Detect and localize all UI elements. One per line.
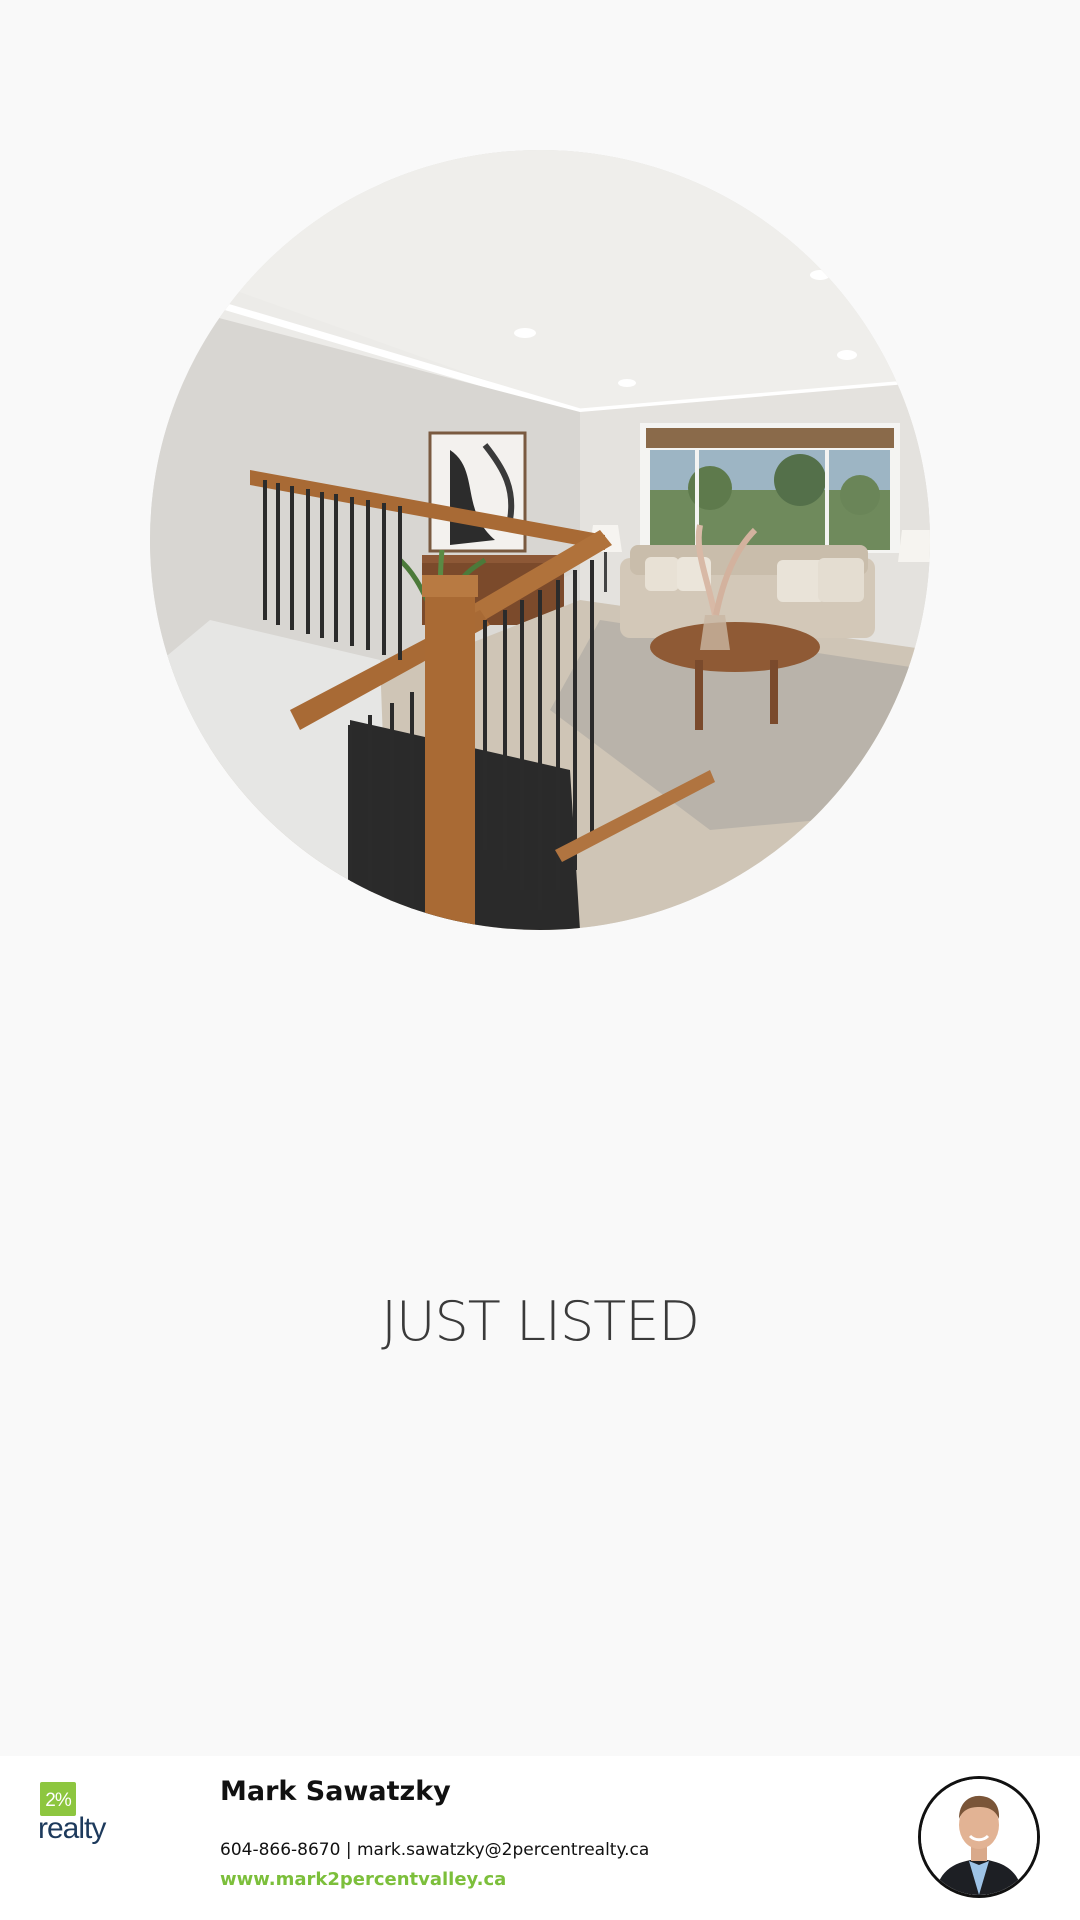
listing-photo — [150, 150, 930, 930]
logo-badge: 2% — [40, 1782, 76, 1816]
agent-headshot-illustration — [921, 1779, 1037, 1895]
listing-card: JUST LISTED 2% realty Mark Sawatzky 604-… — [0, 0, 1080, 1920]
living-room-illustration — [150, 150, 930, 930]
agent-footer: 2% realty Mark Sawatzky 604-866-8670 | m… — [0, 1756, 1080, 1920]
brokerage-logo: 2% realty — [38, 1782, 118, 1846]
contact-line: 604-866-8670 | mark.sawatzky@2percentrea… — [220, 1840, 650, 1860]
agent-name: Mark Sawatzky — [220, 1776, 451, 1807]
headline-just-listed: JUST LISTED — [381, 1290, 700, 1353]
logo-wordmark: realty — [38, 1812, 106, 1845]
agent-avatar — [918, 1776, 1040, 1898]
website-link[interactable]: www.mark2percentvalley.ca — [220, 1869, 506, 1890]
